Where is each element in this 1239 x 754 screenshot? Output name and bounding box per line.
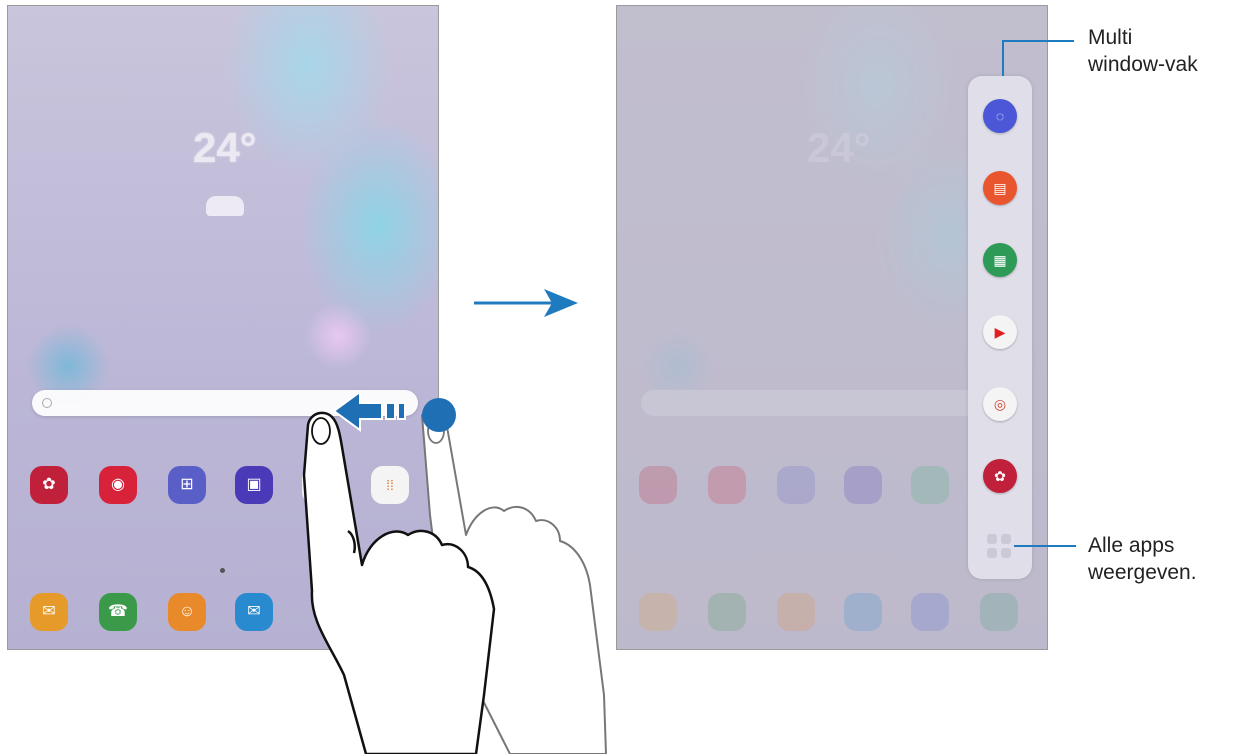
gallery-icon: ✿	[994, 468, 1006, 484]
panel-app-notes[interactable]: ▤	[983, 171, 1017, 205]
transition-arrow-icon	[474, 289, 578, 317]
page-indicator	[220, 568, 225, 573]
swiping-hand-icon	[302, 411, 496, 754]
swipe-left-arrow-icon	[334, 390, 406, 432]
home-clock: 24°	[193, 124, 257, 171]
internet-icon: ◌	[995, 108, 1005, 124]
callout-all-apps-line1: Alle apps	[1088, 534, 1175, 557]
callout-multi-window: Multi window-vak	[1088, 24, 1198, 78]
search-icon	[42, 398, 52, 408]
callout-multi-window-line1: Multi	[1088, 26, 1133, 49]
chrome-icon: ◎	[993, 396, 1007, 412]
calendar-icon: ▦	[993, 252, 1007, 268]
callout-all-apps: Alle apps weergeven.	[1088, 532, 1197, 586]
dock-icon-phone[interactable]: ☎	[99, 593, 137, 631]
app-icon-gallery[interactable]: ✿	[30, 466, 68, 504]
dock-icon-messages[interactable]: ✉	[235, 593, 273, 631]
callout-line-panel-vertical	[1002, 40, 1004, 76]
notes-icon: ▤	[993, 180, 1007, 196]
panel-app-internet[interactable]: ◌	[983, 99, 1017, 133]
dock-icon-contacts[interactable]: ☺	[168, 593, 206, 631]
multi-window-panel[interactable]: ◌ ▤ ▦ ▶ ◎ ✿	[968, 76, 1032, 579]
app-icon-camera[interactable]: ◉	[99, 466, 137, 504]
touch-point-icon	[422, 398, 456, 432]
callout-line-panel	[1002, 40, 1074, 42]
weather-icon	[206, 196, 244, 216]
phone-icon: ☎	[108, 603, 128, 620]
messages-icon: ✉	[247, 603, 261, 620]
all-apps-grid-icon[interactable]	[987, 534, 1013, 560]
app-icon-galaxy-essentials[interactable]: ⊞	[168, 466, 206, 504]
swipe-gesture-hands-illustration	[302, 410, 607, 754]
grid-icon: ⊞	[180, 476, 194, 493]
panel-app-calendar[interactable]: ▦	[983, 243, 1017, 277]
app-icon-galaxy-store[interactable]: ▣	[235, 466, 273, 504]
gallery-icon: ✿	[42, 476, 56, 493]
callout-all-apps-line2: weergeven.	[1088, 561, 1197, 584]
store-bag-icon: ▣	[246, 476, 262, 493]
dock-icon-email[interactable]: ✉	[30, 593, 68, 631]
panel-app-gallery[interactable]: ✿	[983, 459, 1017, 493]
fingernail-icon	[311, 417, 331, 445]
youtube-icon: ▶	[994, 324, 1006, 340]
callout-line-all-apps	[1014, 545, 1076, 547]
callout-multi-window-line2: window-vak	[1088, 53, 1198, 76]
email-icon: ✉	[42, 603, 56, 620]
panel-app-chrome[interactable]: ◎	[983, 387, 1017, 421]
camera-icon: ◉	[111, 476, 125, 493]
panel-app-youtube[interactable]: ▶	[983, 315, 1017, 349]
contacts-icon: ☺	[178, 603, 196, 620]
